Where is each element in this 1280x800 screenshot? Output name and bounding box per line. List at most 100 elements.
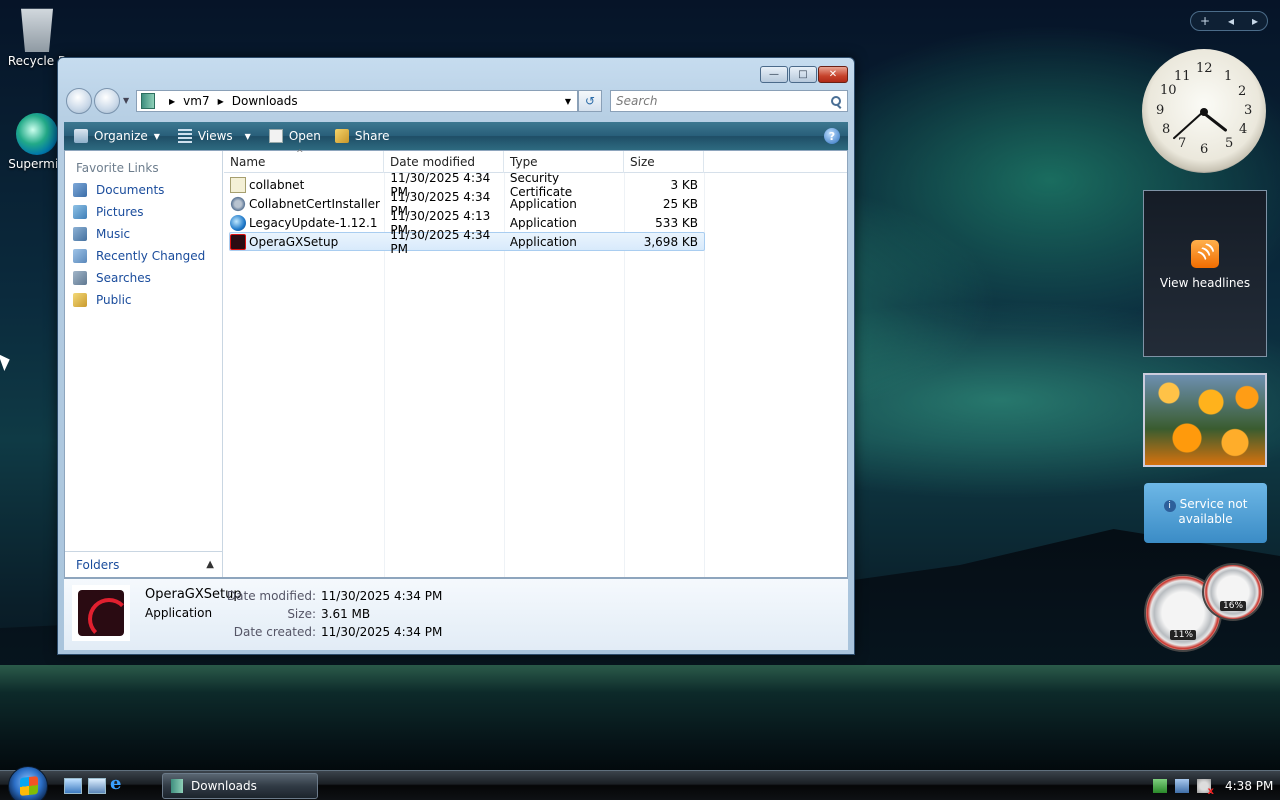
breadcrumb-downloads[interactable]: Downloads [232, 94, 298, 108]
tray-app-icon[interactable] [1153, 779, 1167, 793]
clock-number: 6 [1200, 142, 1209, 157]
navigation-pane: Favorite Links Documents Pictures Music … [65, 151, 223, 577]
size-value: 3.61 MB [321, 607, 371, 621]
back-button[interactable] [66, 88, 92, 114]
organize-label: Organize [94, 129, 148, 143]
file-type: Application [509, 215, 577, 230]
folders-label: Folders [76, 557, 120, 572]
opera-icon [230, 233, 246, 250]
clock-number: 8 [1162, 122, 1171, 137]
taskbar: e Downloads 4:38 PM [0, 766, 1280, 800]
file-name: collabnet [249, 177, 305, 192]
clock-number: 9 [1156, 103, 1165, 118]
forward-button[interactable] [94, 88, 120, 114]
recent-pages-dropdown[interactable]: ▼ [123, 96, 129, 105]
refresh-button[interactable]: ↺ [578, 90, 602, 112]
taskbar-item-label: Downloads [191, 779, 257, 793]
sidebar-next-button[interactable]: ▸ [1252, 14, 1258, 28]
maximize-button[interactable]: □ [789, 66, 817, 83]
help-icon[interactable]: ? [824, 128, 840, 144]
weather-status: Service not available [1178, 497, 1248, 526]
views-button[interactable]: Views ▼ [177, 129, 251, 143]
chevron-down-icon: ▼ [244, 131, 251, 141]
clock-number: 11 [1174, 69, 1191, 84]
clock-gadget[interactable]: 12 1 2 3 4 5 6 7 8 9 10 11 [1142, 49, 1266, 173]
clock-number: 12 [1196, 61, 1213, 76]
breadcrumb-separator[interactable]: ▶ [169, 97, 175, 106]
sidebar-controls: + ◂ ▸ [1190, 11, 1268, 31]
clock-number: 10 [1160, 83, 1177, 98]
breadcrumb-separator[interactable]: ▶ [218, 97, 224, 106]
nav-item-searches[interactable]: Searches [65, 267, 222, 289]
clock-number: 1 [1224, 69, 1233, 84]
open-icon [268, 129, 283, 143]
address-dropdown-chevron-icon[interactable]: ▼ [559, 97, 577, 106]
searches-icon [73, 271, 87, 285]
file-date: 11/30/2025 4:34 PM [390, 227, 491, 256]
organize-icon [74, 129, 88, 143]
certificate-icon [230, 176, 246, 193]
explorer-window: — □ ✕ ▼ ▶ vm7 ▶ Downloads ▼ ↺ Search Org… [57, 57, 855, 655]
nav-item-recently-changed[interactable]: Recently Changed [65, 245, 222, 267]
nav-item-label: Searches [96, 271, 151, 285]
clock-number: 3 [1244, 103, 1253, 118]
date-created-label: Date created: [233, 625, 316, 639]
chevron-down-icon: ▼ [153, 131, 160, 141]
file-name: OperaGXSetup [249, 234, 339, 249]
sidebar-prev-button[interactable]: ◂ [1228, 14, 1234, 28]
file-size: 25 KB [662, 196, 698, 211]
taskbar-item-downloads[interactable]: Downloads [162, 773, 318, 799]
organize-button[interactable]: Organize ▼ [74, 129, 160, 143]
nav-item-documents[interactable]: Documents [65, 179, 222, 201]
start-button[interactable] [8, 766, 48, 800]
share-icon [334, 129, 349, 143]
file-row-selected[interactable]: OperaGXSetup 11/30/2025 4:34 PM Applicat… [229, 228, 705, 256]
minimize-button[interactable]: — [760, 66, 788, 83]
folders-toggle[interactable]: Folders ▲ [65, 551, 222, 577]
folder-icon [141, 93, 155, 109]
command-toolbar: Organize ▼ Views ▼ Open Share ? [64, 122, 848, 150]
switch-windows-icon[interactable] [88, 778, 106, 794]
column-header-name[interactable]: Name [224, 143, 384, 173]
nav-item-pictures[interactable]: Pictures [65, 201, 222, 223]
memory-meter-gadget[interactable]: 16% [1202, 563, 1264, 621]
internet-explorer-icon[interactable]: e [110, 773, 128, 794]
pictures-icon [73, 205, 87, 219]
clock-number: 5 [1225, 136, 1234, 151]
feed-headlines-gadget[interactable]: View headlines [1143, 190, 1267, 357]
clock-minute-hand [1172, 111, 1204, 140]
search-placeholder: Search [616, 94, 658, 108]
search-input[interactable]: Search [610, 90, 848, 112]
nav-item-label: Music [96, 227, 131, 241]
installer-icon [230, 195, 246, 212]
public-folder-icon [73, 293, 87, 307]
share-button[interactable]: Share [334, 129, 390, 143]
breadcrumb-vm7[interactable]: vm7 [183, 94, 209, 108]
supermium-icon [16, 113, 58, 155]
system-tray: 4:38 PM [1145, 771, 1280, 800]
view-headlines-label[interactable]: View headlines [1144, 276, 1266, 290]
weather-gadget[interactable]: i Service not available [1144, 483, 1267, 543]
nav-item-label: Public [96, 293, 132, 307]
close-button[interactable]: ✕ [818, 66, 848, 83]
file-size: 533 KB [655, 215, 698, 230]
wallpaper-lake [0, 665, 1280, 775]
date-modified-label: Date modified: [226, 589, 316, 603]
window-caption-buttons: — □ ✕ [760, 66, 848, 83]
nav-item-public[interactable]: Public [65, 289, 222, 311]
slideshow-gadget[interactable] [1143, 373, 1267, 467]
clock-number: 2 [1238, 84, 1247, 99]
search-icon[interactable] [831, 96, 841, 106]
column-header-size[interactable]: Size [624, 151, 704, 173]
add-gadget-button[interactable]: + [1200, 14, 1210, 28]
address-bar[interactable]: ▶ vm7 ▶ Downloads ▼ [136, 90, 578, 112]
file-list: collabnet 11/30/2025 4:34 PM Security Ce… [229, 171, 705, 256]
clock-time[interactable]: 4:38 PM [1225, 779, 1273, 793]
network-icon[interactable] [1175, 779, 1189, 793]
volume-muted-icon[interactable] [1197, 779, 1214, 797]
nav-item-music[interactable]: Music [65, 223, 222, 245]
details-file-type: Application [145, 606, 213, 620]
address-row: ▼ ▶ vm7 ▶ Downloads ▼ ↺ Search [66, 88, 848, 114]
open-button[interactable]: Open [268, 129, 321, 143]
show-desktop-icon[interactable] [64, 778, 82, 794]
